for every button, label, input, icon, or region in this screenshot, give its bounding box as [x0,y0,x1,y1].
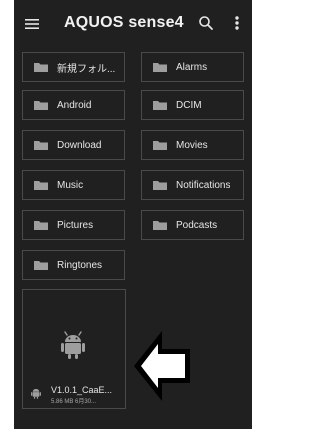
file-name: V1.0.1_CaaE... [51,385,113,395]
folder-item-dcim[interactable]: DCIM [141,90,244,120]
android-small-icon [31,388,41,399]
folder-label: Ringtones [57,259,103,271]
hamburger-menu-icon[interactable] [24,16,40,32]
folder-label: Podcasts [176,219,218,231]
folder-item-new-folder[interactable]: 新規フォル... [22,52,125,82]
folder-icon [153,181,167,190]
folder-icon [153,141,167,150]
folder-icon [153,101,167,110]
folder-label: Download [57,139,102,151]
folder-item-pictures[interactable]: Pictures [22,210,125,240]
folder-item-alarms[interactable]: Alarms [141,52,244,82]
folder-icon [34,101,48,110]
folder-label: Alarms [176,61,208,73]
folder-icon [153,221,167,230]
android-icon [61,331,85,359]
folder-label: Android [57,99,92,111]
left-arrow-icon [134,331,190,401]
search-icon[interactable] [197,14,215,32]
folder-item-podcasts[interactable]: Podcasts [141,210,244,240]
folder-label: DCIM [176,99,202,111]
folder-item-music[interactable]: Music [22,170,125,200]
folder-label: Pictures [57,219,94,231]
folder-icon [34,261,48,270]
folder-item-android[interactable]: Android [22,90,125,120]
folder-label: Notifications [176,179,231,191]
app-title: AQUOS sense4 [64,14,184,31]
folder-icon [34,221,48,230]
folder-icon [34,141,48,150]
folder-icon [153,63,167,72]
more-vert-icon[interactable] [232,14,242,32]
folder-icon [34,181,48,190]
folder-item-download[interactable]: Download [22,130,125,160]
phone-screen: AQUOS sense4 新規フォル... Alarms Android DCI… [14,0,252,429]
folder-label: 新規フォル... [57,63,116,75]
file-meta: 5.86 MB 6月30... [51,399,97,405]
folder-item-notifications[interactable]: Notifications [141,170,244,200]
folder-item-ringtones[interactable]: Ringtones [22,250,125,280]
folder-item-movies[interactable]: Movies [141,130,244,160]
folder-label: Music [57,179,84,191]
folder-label: Movies [176,139,208,151]
file-item-apk[interactable]: V1.0.1_CaaE... 5.86 MB 6月30... [22,289,126,409]
folder-icon [34,63,48,72]
app-bar: AQUOS sense4 [14,0,252,48]
